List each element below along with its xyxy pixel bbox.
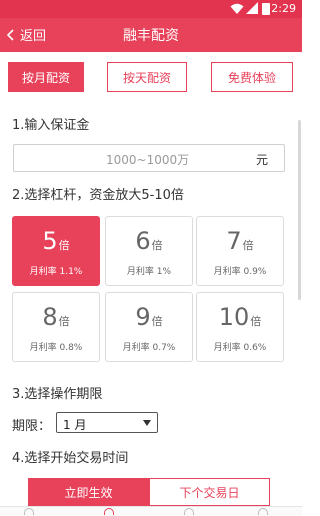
leverage-unit: 倍 (151, 315, 163, 328)
leverage-unit: 倍 (58, 239, 70, 252)
start-next-day-button[interactable]: 下个交易日 (149, 478, 270, 506)
leverage-rate: 月利率 1.1% (29, 267, 83, 277)
step2-label: 2.选择杠杆，资金放大5-10倍 (12, 188, 184, 203)
status-bar: 2:29 (0, 0, 302, 18)
leverage-unit: 倍 (151, 239, 163, 252)
dropdown-arrow-icon (143, 420, 151, 426)
financing-type-tabs: 按月配资 按天配资 免费体验 (8, 62, 294, 92)
financing-tab-icon[interactable] (104, 508, 114, 515)
leverage-value: 6 (135, 227, 151, 255)
leverage-value: 5 (42, 227, 58, 255)
market-tab-icon[interactable] (184, 508, 194, 515)
scrollbar[interactable] (298, 120, 301, 300)
leverage-option-9[interactable]: 9倍 月利率 0.7% (105, 292, 193, 362)
step4-label: 4.选择开始交易时间 (12, 451, 129, 466)
page-title: 融丰配资 (123, 28, 179, 44)
nav-bar: 返回 融丰配资 (0, 18, 302, 52)
period-label: 期限： (12, 419, 52, 434)
leverage-value: 10 (218, 303, 250, 331)
leverage-option-5[interactable]: 5倍 月利率 1.1% (12, 216, 100, 286)
step1-label: 1.输入保证金 (12, 118, 90, 133)
leverage-option-10[interactable]: 10倍 月利率 0.6% (196, 292, 284, 362)
leverage-rate: 月利率 0.7% (122, 343, 176, 353)
profile-tab-icon[interactable] (258, 508, 268, 515)
leverage-rate: 月利率 1% (126, 267, 172, 277)
deposit-unit: 元 (255, 153, 268, 167)
battery-icon (262, 3, 270, 15)
leverage-rate: 月利率 0.9% (213, 267, 267, 277)
tab-monthly[interactable]: 按月配资 (8, 62, 84, 92)
start-time-toggle: 立即生效 下个交易日 (28, 478, 270, 506)
leverage-option-7[interactable]: 7倍 月利率 0.9% (196, 216, 284, 286)
period-select[interactable]: 1 月 (56, 412, 158, 433)
status-time: 2:29 (271, 2, 296, 15)
period-value: 1 月 (63, 418, 87, 432)
leverage-unit: 倍 (58, 315, 70, 328)
deposit-placeholder: 1000~1000万 (106, 153, 190, 167)
wifi-icon (230, 3, 244, 14)
start-now-button[interactable]: 立即生效 (28, 478, 149, 506)
leverage-value: 7 (226, 227, 242, 255)
deposit-input[interactable]: 1000~1000万 元 (13, 144, 285, 172)
leverage-rate: 月利率 0.8% (29, 343, 83, 353)
tab-daily[interactable]: 按天配资 (107, 62, 187, 92)
leverage-value: 9 (135, 303, 151, 331)
leverage-unit: 倍 (242, 239, 254, 252)
leverage-value: 8 (42, 303, 58, 331)
step3-label: 3.选择操作期限 (12, 387, 103, 402)
tab-free-trial[interactable]: 免费体验 (211, 62, 293, 92)
leverage-option-8[interactable]: 8倍 月利率 0.8% (12, 292, 100, 362)
leverage-unit: 倍 (250, 315, 262, 328)
home-tab-icon[interactable] (24, 508, 34, 515)
signal-icon (246, 2, 258, 14)
leverage-rate: 月利率 0.6% (213, 343, 267, 353)
leverage-option-6[interactable]: 6倍 月利率 1% (105, 216, 193, 286)
